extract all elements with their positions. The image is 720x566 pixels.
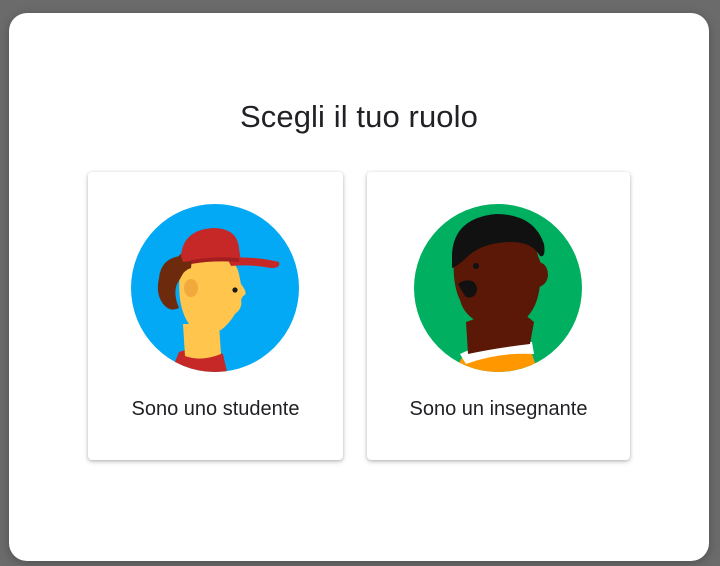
teacher-role-label: Sono un insegnante (409, 398, 588, 420)
teacher-avatar-icon (414, 204, 582, 372)
student-role-label: Sono uno studente (131, 398, 300, 420)
teacher-role-card[interactable]: Sono un insegnante (367, 172, 630, 460)
student-role-card[interactable]: Sono uno studente (88, 172, 343, 460)
dialog-title: Scegli il tuo ruolo (240, 99, 478, 134)
student-avatar-icon (131, 204, 299, 372)
role-selection-dialog: Scegli il tuo ruolo Sono uno studente So… (9, 13, 709, 561)
